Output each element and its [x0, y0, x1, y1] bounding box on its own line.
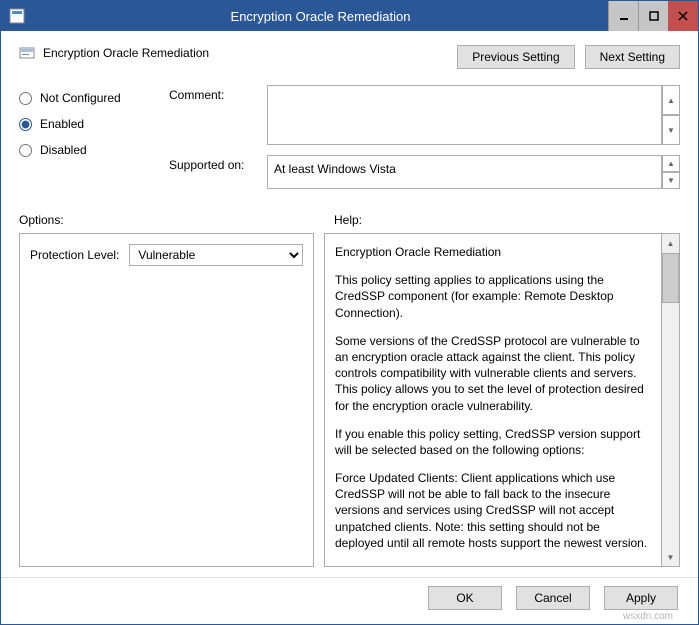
maximize-icon	[649, 11, 659, 21]
help-p2: Some versions of the CredSSP protocol ar…	[335, 333, 651, 414]
radio-enabled[interactable]: Enabled	[19, 117, 159, 131]
help-scrollbar[interactable]: ▲ ▼	[662, 233, 680, 567]
radio-disabled-label: Disabled	[40, 143, 87, 157]
help-p3: If you enable this policy setting, CredS…	[335, 426, 651, 458]
scroll-down-icon: ▼	[662, 115, 680, 145]
radio-enabled-input[interactable]	[19, 118, 32, 131]
window-titlebar: Encryption Oracle Remediation	[1, 1, 698, 31]
cancel-button[interactable]: Cancel	[516, 586, 590, 610]
policy-title: Encryption Oracle Remediation	[43, 46, 209, 60]
policy-icon	[19, 45, 35, 61]
help-p5: Mitigated: Client applications which use…	[335, 563, 651, 567]
protection-level-select[interactable]: Vulnerable	[129, 244, 303, 266]
window-close-button[interactable]	[668, 1, 698, 31]
comment-label: Comment:	[169, 85, 259, 102]
radio-not-configured[interactable]: Not Configured	[19, 91, 159, 105]
comment-scrollbar[interactable]: ▲ ▼	[662, 85, 680, 145]
comment-field[interactable]	[267, 85, 662, 145]
help-title: Encryption Oracle Remediation	[335, 244, 651, 260]
radio-enabled-label: Enabled	[40, 117, 84, 131]
scroll-track[interactable]	[662, 303, 679, 548]
app-icon	[9, 8, 25, 24]
help-panel: Encryption Oracle Remediation This polic…	[324, 233, 662, 567]
scroll-down-icon: ▼	[662, 548, 679, 566]
minimize-icon	[619, 11, 629, 21]
radio-not-configured-input[interactable]	[19, 92, 32, 105]
apply-button[interactable]: Apply	[604, 586, 678, 610]
supported-field: At least Windows Vista	[267, 155, 662, 189]
previous-setting-button[interactable]: Previous Setting	[457, 45, 574, 69]
scroll-up-icon: ▲	[662, 234, 679, 252]
supported-label: Supported on:	[169, 155, 259, 172]
scroll-down-icon: ▼	[662, 172, 680, 189]
scroll-thumb[interactable]	[662, 253, 679, 303]
scroll-up-icon: ▲	[662, 155, 680, 172]
help-section-label: Help:	[334, 213, 362, 227]
window-maximize-button[interactable]	[638, 1, 668, 31]
supported-scrollbar[interactable]: ▲ ▼	[662, 155, 680, 189]
ok-button[interactable]: OK	[428, 586, 502, 610]
window-title: Encryption Oracle Remediation	[33, 9, 608, 24]
radio-disabled-input[interactable]	[19, 144, 32, 157]
options-panel: Protection Level: Vulnerable	[19, 233, 314, 567]
scroll-up-icon: ▲	[662, 85, 680, 115]
radio-not-configured-label: Not Configured	[40, 91, 121, 105]
next-setting-button[interactable]: Next Setting	[585, 45, 680, 69]
close-icon	[678, 11, 688, 21]
help-p4: Force Updated Clients: Client applicatio…	[335, 470, 651, 551]
help-p1: This policy setting applies to applicati…	[335, 272, 651, 321]
window-minimize-button[interactable]	[608, 1, 638, 31]
protection-level-label: Protection Level:	[30, 248, 119, 262]
radio-disabled[interactable]: Disabled	[19, 143, 159, 157]
options-section-label: Options:	[19, 213, 324, 227]
